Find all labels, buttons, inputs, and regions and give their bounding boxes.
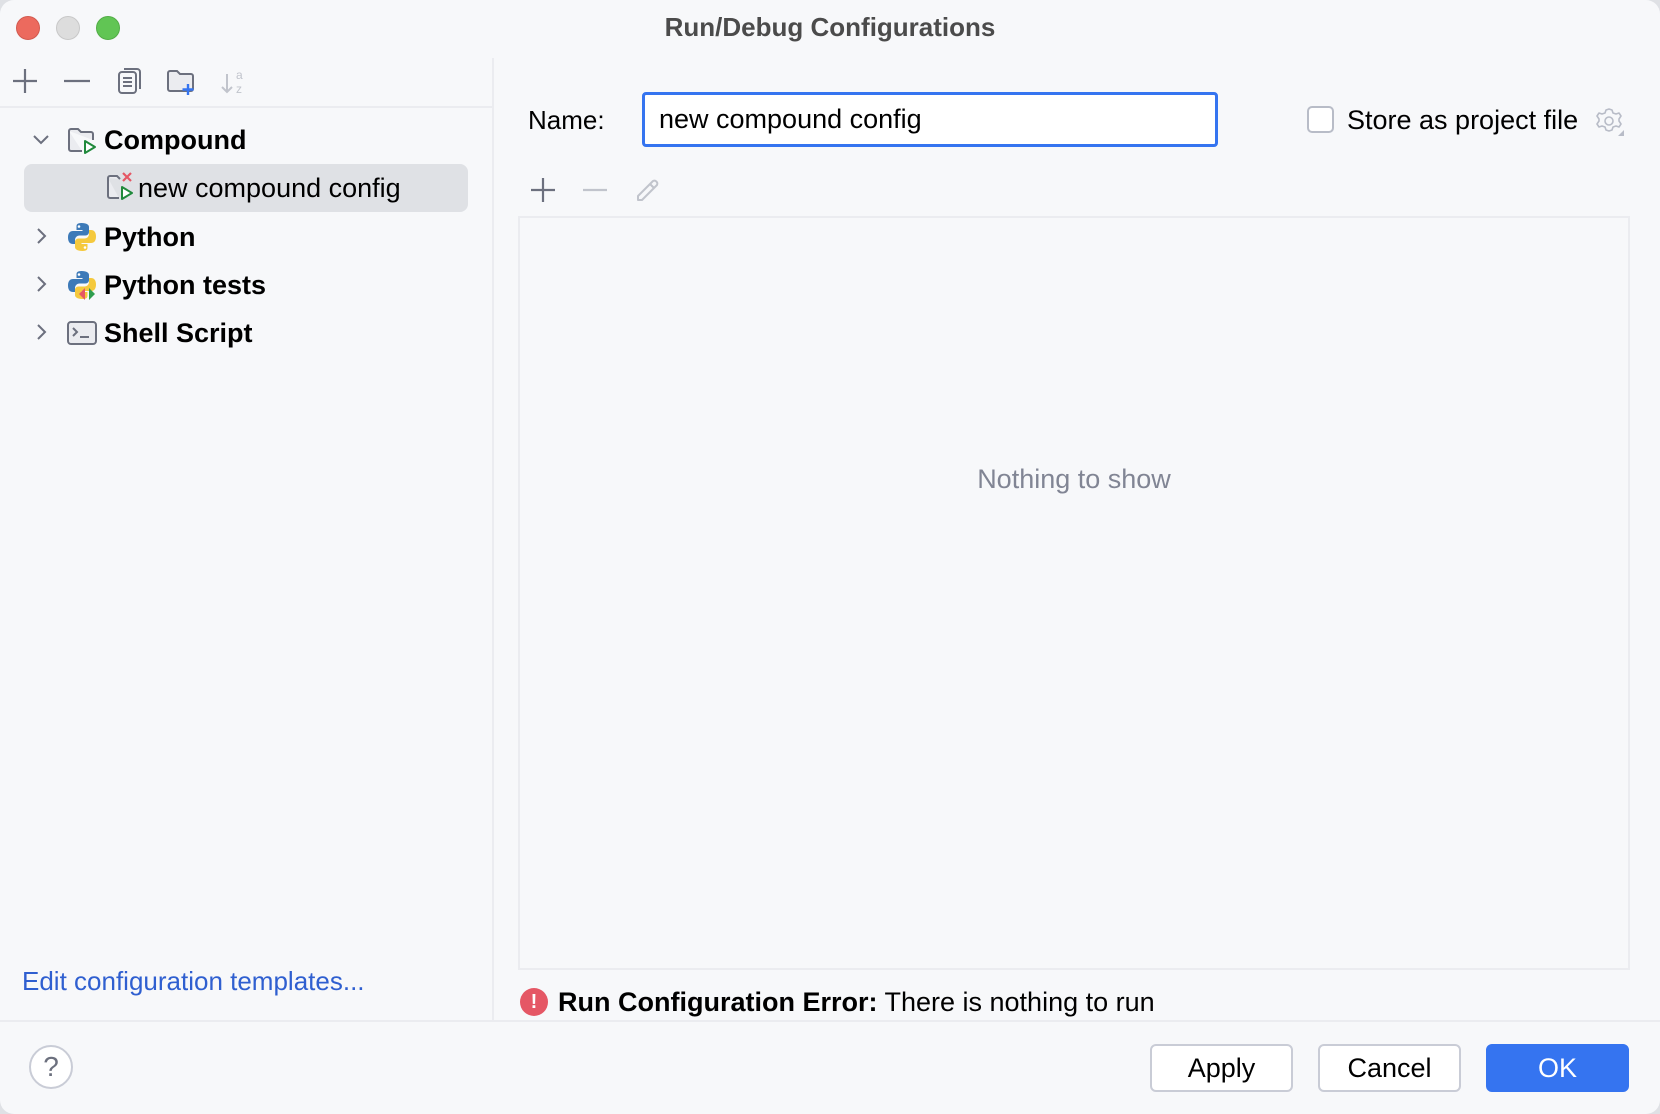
tree-item-label: Compound — [104, 125, 247, 155]
python-tests-icon — [66, 269, 98, 301]
window-title: Run/Debug Configurations — [664, 12, 996, 42]
chevron-right-icon[interactable] — [30, 273, 52, 295]
name-input[interactable] — [642, 92, 1218, 147]
tree-item-new-compound-config[interactable]: new compound config — [0, 165, 492, 211]
toolbar-divider — [0, 106, 492, 108]
cancel-button[interactable]: Cancel — [1318, 1044, 1461, 1092]
gear-icon[interactable] — [1594, 106, 1624, 136]
terminal-icon — [66, 317, 98, 349]
tree-item-label: Shell Script — [104, 318, 253, 348]
error-detail: There is nothing to run — [877, 987, 1155, 1017]
compound-folder-icon — [66, 124, 98, 156]
chevron-right-icon[interactable] — [30, 225, 52, 247]
plus-icon — [13, 69, 37, 93]
sort-alpha-icon: a z — [221, 68, 243, 96]
edit-configuration-templates-link[interactable]: Edit configuration templates... — [22, 964, 365, 998]
ok-button[interactable]: OK — [1486, 1044, 1629, 1092]
svg-text:a: a — [236, 68, 243, 82]
tree-item-compound[interactable]: Compound — [0, 117, 492, 163]
error-message: Run Configuration Error: There is nothin… — [558, 984, 1155, 1020]
sort-configurations-button[interactable]: a z — [219, 66, 249, 96]
pencil-icon — [637, 179, 659, 201]
add-configuration-button[interactable] — [10, 66, 40, 96]
run-configurations-list[interactable]: Nothing to show — [518, 216, 1630, 970]
store-as-project-file-label[interactable]: Store as project file — [1347, 100, 1578, 140]
empty-list-text: Nothing to show — [977, 464, 1171, 494]
tree-item-label: Python — [104, 222, 196, 252]
create-folder-button[interactable] — [166, 66, 196, 96]
tree-item-python[interactable]: Python — [0, 214, 492, 260]
copy-icon — [118, 68, 141, 94]
apply-button[interactable]: Apply — [1150, 1044, 1293, 1092]
tree-item-shell-script[interactable]: Shell Script — [0, 310, 492, 356]
run-debug-configurations-dialog: Run/Debug Configurations a z Compound ne… — [0, 0, 1660, 1114]
error-icon: ! — [520, 988, 548, 1016]
tree-item-label: Python tests — [104, 270, 267, 300]
remove-configuration-button[interactable] — [62, 66, 92, 96]
svg-text:z: z — [236, 82, 242, 96]
tree-item-python-tests[interactable]: Python tests — [0, 262, 492, 308]
plus-icon — [531, 178, 555, 202]
folder-plus-icon — [167, 70, 194, 95]
tree-item-label: new compound config — [138, 173, 401, 203]
error-title: Run Configuration Error: — [558, 987, 878, 1017]
chevron-right-icon[interactable] — [30, 321, 52, 343]
minus-icon — [64, 79, 90, 83]
python-icon — [66, 221, 98, 253]
remove-run-configuration-button[interactable] — [581, 176, 609, 204]
chevron-down-icon[interactable] — [30, 128, 52, 150]
add-run-configuration-button[interactable] — [529, 176, 557, 204]
compound-config-error-icon — [105, 171, 137, 203]
copy-configuration-button[interactable] — [115, 66, 145, 96]
panel-divider[interactable] — [492, 58, 494, 1020]
footer-divider — [0, 1020, 1660, 1022]
edit-run-configuration-button[interactable] — [634, 176, 662, 204]
store-as-project-file-checkbox[interactable] — [1307, 106, 1334, 133]
minus-icon — [583, 188, 607, 192]
help-button[interactable]: ? — [29, 1045, 73, 1089]
name-label: Name: — [528, 105, 605, 135]
